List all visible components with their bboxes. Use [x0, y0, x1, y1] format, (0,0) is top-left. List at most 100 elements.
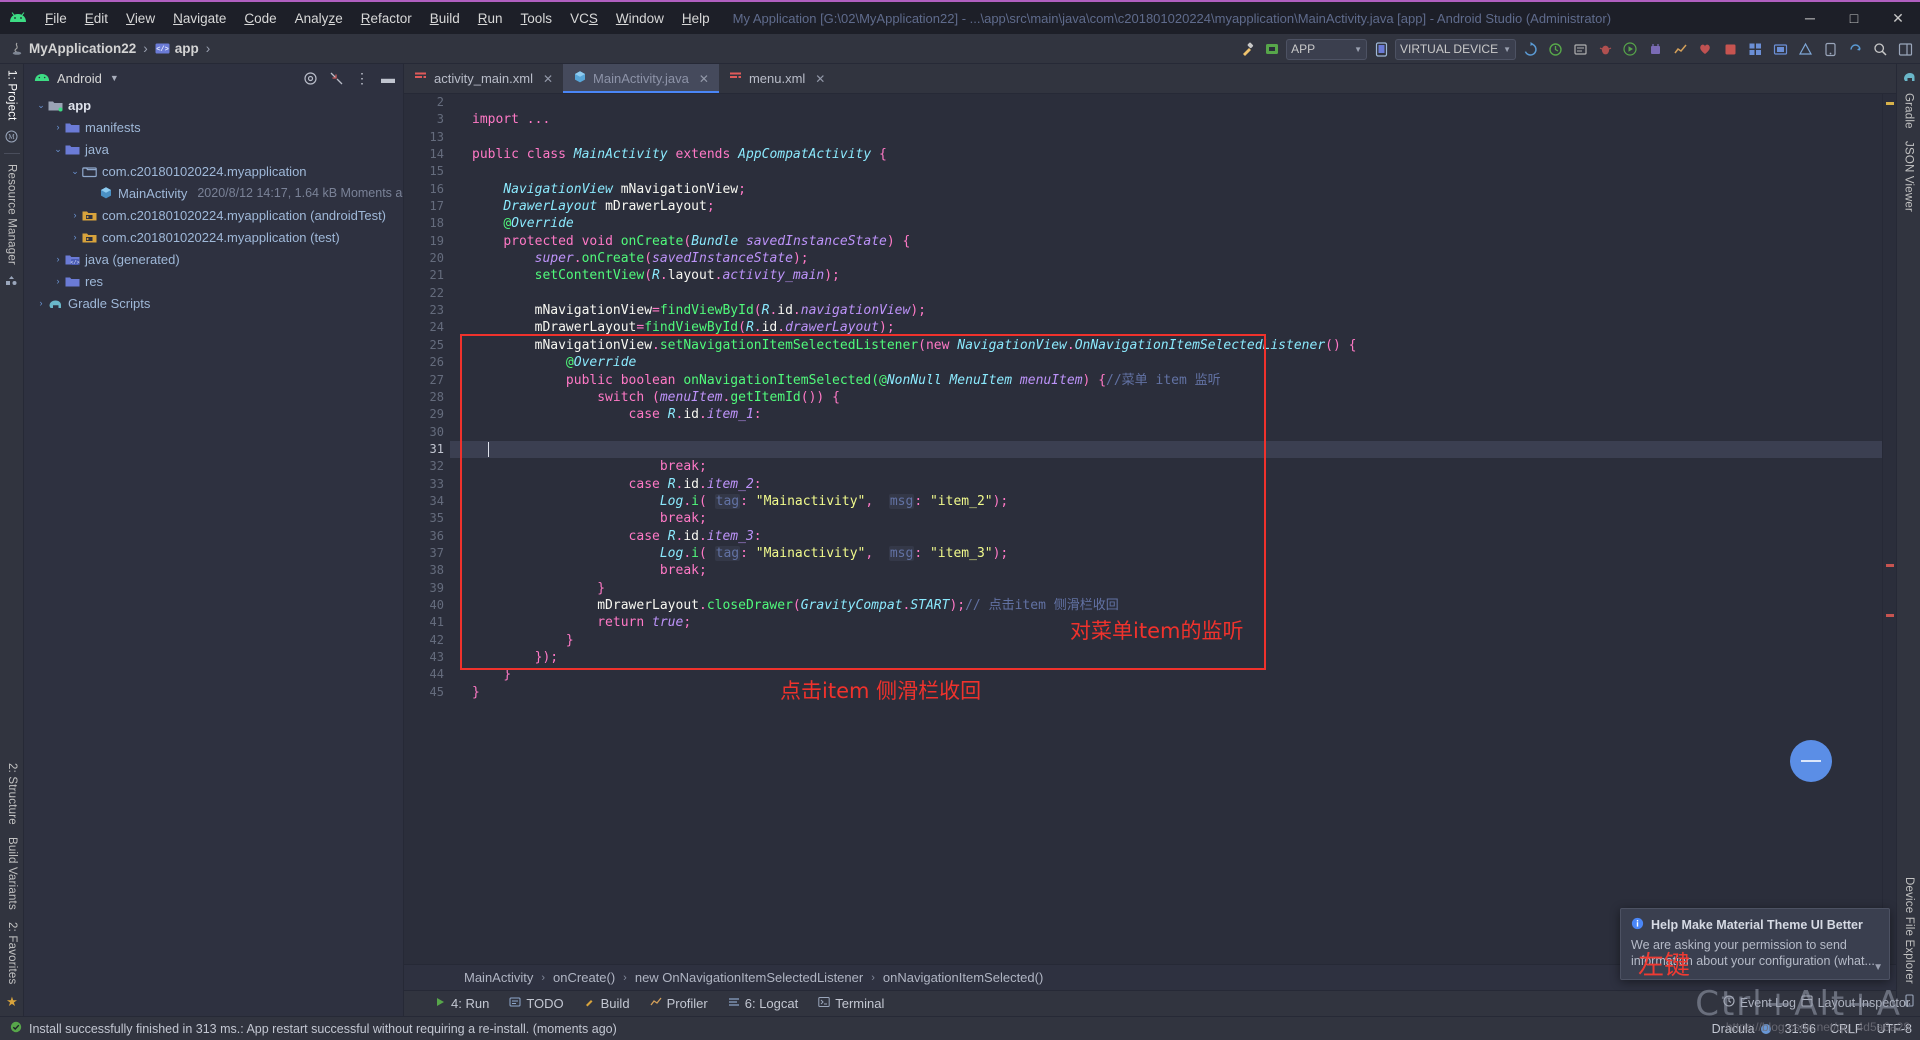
error-stripe[interactable] [1882, 94, 1896, 964]
code-line[interactable]: } [472, 666, 1882, 683]
line-number[interactable]: 17 [404, 198, 450, 215]
menu-item-navigate[interactable]: Navigate [164, 7, 235, 30]
code-line[interactable]: public boolean onNavigationItemSelected(… [472, 372, 1882, 389]
code-line[interactable]: NavigationView mNavigationView; [472, 181, 1882, 198]
code-line[interactable]: setContentView(R.layout.activity_main); [472, 267, 1882, 284]
line-number[interactable]: 20 [404, 250, 450, 267]
tree-twisty-collapsed[interactable]: › [68, 210, 82, 220]
floating-action-button[interactable] [1790, 740, 1832, 782]
line-number[interactable]: 24 [404, 319, 450, 336]
gradle-elephant-icon[interactable] [1902, 70, 1916, 87]
line-number[interactable]: 22 [404, 285, 450, 302]
tab-close-icon-activity-main[interactable]: ✕ [543, 72, 553, 86]
sync-project-icon[interactable] [1844, 38, 1866, 60]
line-number[interactable]: 13 [404, 129, 450, 146]
line-number[interactable]: 16 [404, 181, 450, 198]
line-number[interactable]: 37 [404, 545, 450, 562]
line-number[interactable]: 30 [404, 424, 450, 441]
bottom-item-profiler[interactable]: Profiler [650, 996, 708, 1011]
line-number[interactable]: 23 [404, 302, 450, 319]
line-number[interactable]: 42 [404, 632, 450, 649]
structure-breadcrumb-item[interactable]: new OnNavigationItemSelectedListener [635, 970, 863, 985]
code-line[interactable]: }); [472, 649, 1882, 666]
line-number[interactable]: 45 [404, 684, 450, 701]
window-controls[interactable]: ─ □ ✕ [1788, 2, 1920, 34]
breadcrumb-module[interactable]: app [175, 41, 199, 56]
breadcrumb-project[interactable]: MyApplication22 [29, 41, 136, 56]
more-options-icon[interactable]: ⋮ [353, 69, 371, 87]
menu-item-view[interactable]: View [117, 7, 164, 30]
menu-item-code[interactable]: Code [235, 7, 285, 30]
avd-manager-icon[interactable] [1544, 38, 1566, 60]
line-number[interactable]: 35 [404, 510, 450, 527]
sidebar-item-gradle[interactable]: Gradle [1903, 87, 1915, 135]
code-line[interactable]: Log.i( tag: "Mainactivity", msg: "item_2… [472, 493, 1882, 510]
bottom-item-logcat[interactable]: 6: Logcat [728, 996, 798, 1011]
tab-close-icon-menu[interactable]: ✕ [815, 72, 825, 86]
line-number[interactable]: 33 [404, 476, 450, 493]
menu-item-file[interactable]: File [36, 7, 76, 30]
code-line[interactable]: switch (menuItem.getItemId()) { [472, 389, 1882, 406]
left-strip-bottom[interactable]: 2: Structure Build Variants 2: Favorites… [0, 757, 24, 1010]
tree-twisty-expanded[interactable]: ⌄ [68, 166, 82, 177]
sync-gradle-icon[interactable] [1519, 38, 1541, 60]
tree-twisty-expanded[interactable]: ⌄ [51, 144, 65, 155]
close-button[interactable]: ✕ [1876, 2, 1920, 34]
sidebar-item-device-file-explorer[interactable]: Device File Explorer [1903, 871, 1915, 990]
breadcrumb[interactable]: MyApplication22 › </> app › [10, 41, 217, 56]
sidebar-item-project[interactable]: 1: Project [6, 64, 18, 127]
bottom-item-terminal[interactable]: Terminal [818, 996, 884, 1011]
sidebar-item-resource-manager[interactable]: Resource Manager [6, 158, 18, 271]
menu-bar[interactable]: File Edit View Navigate Code Analyze Ref… [36, 7, 719, 30]
code-line[interactable] [472, 285, 1882, 302]
code-line[interactable]: } [472, 684, 1882, 701]
line-number[interactable]: 27 [404, 372, 450, 389]
tree-twisty-collapsed[interactable]: › [68, 232, 82, 242]
sidebar-item-favorites[interactable]: 2: Favorites [6, 916, 18, 990]
line-number[interactable]: 34 [404, 493, 450, 510]
menu-item-refactor[interactable]: Refactor [352, 7, 421, 30]
line-number[interactable]: 14 [404, 146, 450, 163]
notification-expand-icon[interactable]: ▼ [1873, 962, 1883, 973]
code-line[interactable]: case R.id.item_2: [472, 476, 1882, 493]
layout-editor-icon[interactable] [1744, 38, 1766, 60]
line-number[interactable]: 15 [404, 163, 450, 180]
line-number[interactable]: 26 [404, 354, 450, 371]
hammer-icon[interactable] [1236, 38, 1258, 60]
project-tree[interactable]: ⌄ app › manifests ⌄ java ⌄ com.c201801020224.my… [24, 92, 403, 1016]
code-line[interactable] [472, 163, 1882, 180]
menu-item-vcs[interactable]: VCS [561, 7, 607, 30]
tab-mainactivity-java[interactable]: MainActivity.java ✕ [563, 64, 719, 93]
tree-node[interactable]: › com.c201801020224.myapplication (test) [24, 226, 403, 248]
main-toolbar[interactable]: APP ▼ VIRTUAL DEVICE ▼ [1236, 34, 1916, 64]
code-line[interactable] [472, 129, 1882, 146]
tree-node[interactable]: › res [24, 270, 403, 292]
line-number[interactable]: 38 [404, 562, 450, 579]
layout-switch-icon[interactable] [1894, 38, 1916, 60]
code-line[interactable]: break; [472, 510, 1882, 527]
editor-tabs[interactable]: activity_main.xml ✕ MainActivity.java ✕ … [404, 64, 1896, 94]
line-number[interactable]: 44 [404, 666, 450, 683]
tree-node[interactable]: ⌄ app [24, 94, 403, 116]
tab-close-icon-mainactivity[interactable]: ✕ [699, 72, 709, 86]
heap-icon[interactable] [1694, 38, 1716, 60]
code-line[interactable]: protected void onCreate(Bundle savedInst… [472, 233, 1882, 250]
code-line[interactable]: mDrawerLayout=findViewById(R.id.drawerLa… [472, 319, 1882, 336]
code-view[interactable]: import ... public class MainActivity ext… [450, 94, 1882, 964]
search-icon[interactable] [1869, 38, 1891, 60]
right-tool-strip[interactable]: Gradle JSON Viewer Device File Explorer [1896, 64, 1920, 1016]
line-number[interactable]: 19 [404, 233, 450, 250]
bottom-item-todo[interactable]: TODO [509, 996, 564, 1011]
code-line[interactable]: case R.id.item_3: [472, 528, 1882, 545]
structure-breadcrumb-item[interactable]: onNavigationItemSelected() [883, 970, 1043, 985]
menu-item-analyze[interactable]: Analyze [286, 7, 352, 30]
collapse-all-icon[interactable] [327, 69, 345, 87]
device-manager-icon[interactable] [1819, 38, 1841, 60]
line-number[interactable]: 28 [404, 389, 450, 406]
left-tool-strip[interactable]: 1: Project M Resource Manager 2: Structu… [0, 64, 24, 1016]
project-scope-label[interactable]: Android [57, 71, 102, 86]
line-number[interactable]: 29 [404, 406, 450, 423]
code-line[interactable]: super.onCreate(savedInstanceState); [472, 250, 1882, 267]
line-number[interactable]: 21 [404, 267, 450, 284]
line-number[interactable]: 2 [404, 94, 450, 111]
